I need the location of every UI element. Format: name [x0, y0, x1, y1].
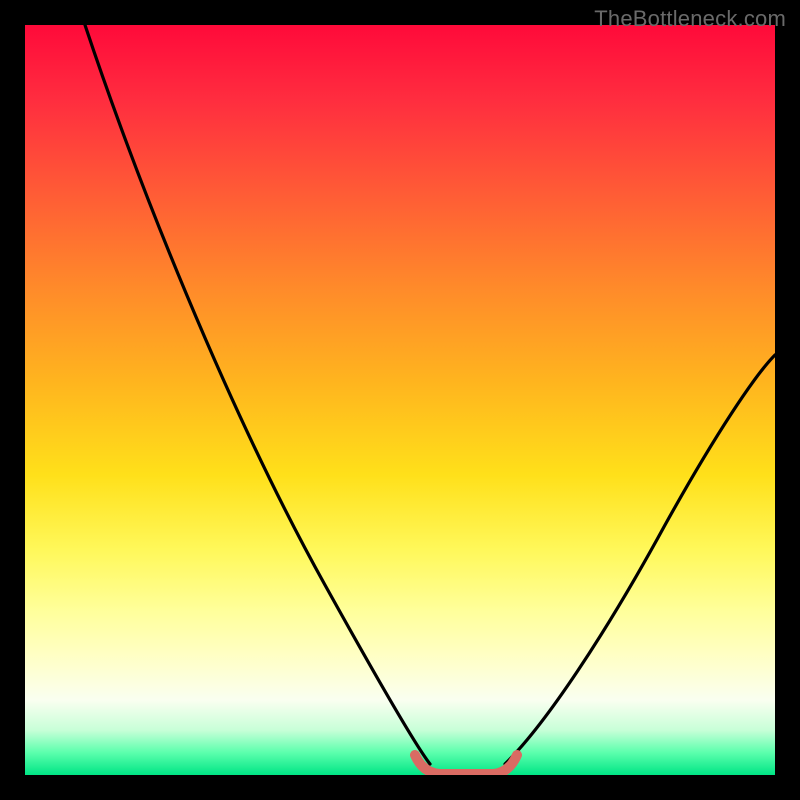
curve-overlay	[25, 25, 775, 775]
right-curve	[505, 355, 775, 764]
left-curve	[85, 25, 430, 764]
watermark-text: TheBottleneck.com	[594, 6, 786, 32]
chart-frame: TheBottleneck.com	[0, 0, 800, 800]
plot-area	[25, 25, 775, 775]
